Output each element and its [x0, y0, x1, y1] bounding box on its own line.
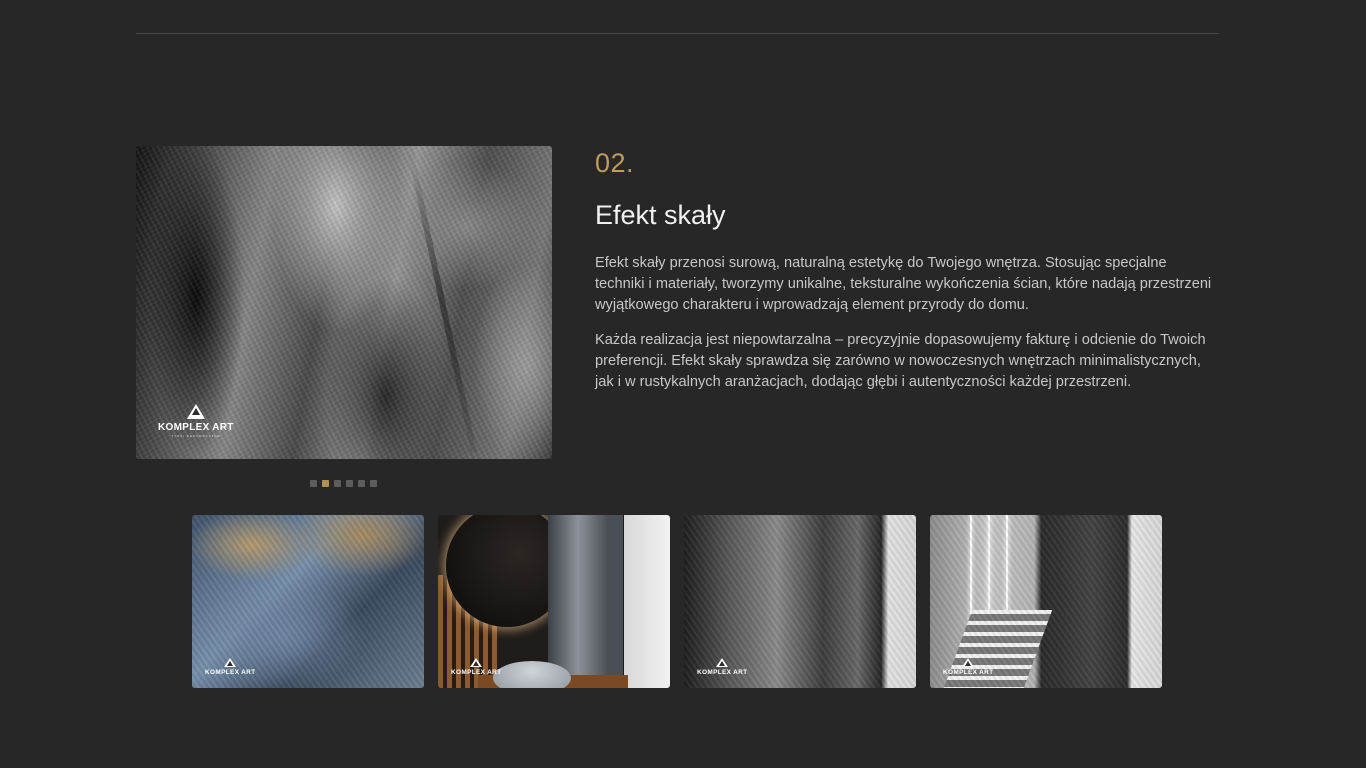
logo-name: KOMPLEX ART — [451, 669, 502, 676]
komplex-art-logo-icon — [962, 658, 975, 667]
section-number: 02. — [595, 148, 635, 178]
gallery-dot-1[interactable] — [310, 480, 317, 487]
komplex-art-logo-icon — [716, 658, 729, 667]
gallery-thumbnail-4[interactable]: KOMPLEX ART — [930, 515, 1162, 688]
main-image-logo: KOMPLEX ART TYNKI DEKORACYJNE — [158, 404, 234, 438]
gallery-dot-5[interactable] — [358, 480, 365, 487]
komplex-art-logo-icon — [224, 658, 237, 667]
logo-name: KOMPLEX ART — [205, 669, 256, 676]
gallery-dot-4[interactable] — [346, 480, 353, 487]
gallery-dot-6[interactable] — [370, 480, 377, 487]
thumbnail-logo: KOMPLEX ART — [205, 658, 255, 676]
top-divider — [136, 33, 1219, 34]
rock-wall — [548, 515, 623, 688]
logo-name: KOMPLEX ART — [943, 669, 994, 676]
thumbnail-logo: KOMPLEX ART — [697, 658, 747, 676]
door — [624, 515, 670, 688]
logo-name: KOMPLEX ART — [158, 422, 234, 433]
gallery-pagination — [310, 480, 377, 487]
logo-tagline: TYNKI DEKORACYJNE — [171, 434, 221, 438]
komplex-art-logo-icon — [186, 404, 205, 419]
stone-basin — [493, 661, 571, 688]
gallery-dot-3[interactable] — [334, 480, 341, 487]
komplex-art-logo-icon — [470, 658, 483, 667]
gallery-dot-2[interactable] — [322, 480, 329, 487]
thumbnail-logo: KOMPLEX ART — [943, 658, 993, 676]
section-paragraph-2: Każda realizacja jest niepowtarzalna – p… — [595, 332, 1206, 390]
section-title: Efekt skały — [595, 200, 726, 230]
gallery-thumbnail-1[interactable]: KOMPLEX ART — [192, 515, 424, 688]
gallery-thumbnail-3[interactable]: KOMPLEX ART — [684, 515, 916, 688]
section-paragraph-1: Efekt skały przenosi surową, naturalną e… — [595, 255, 1212, 313]
logo-name: KOMPLEX ART — [697, 669, 748, 676]
thumbnail-logo: KOMPLEX ART — [451, 658, 501, 676]
gallery-thumbnail-2[interactable]: KOMPLEX ART — [438, 515, 670, 688]
